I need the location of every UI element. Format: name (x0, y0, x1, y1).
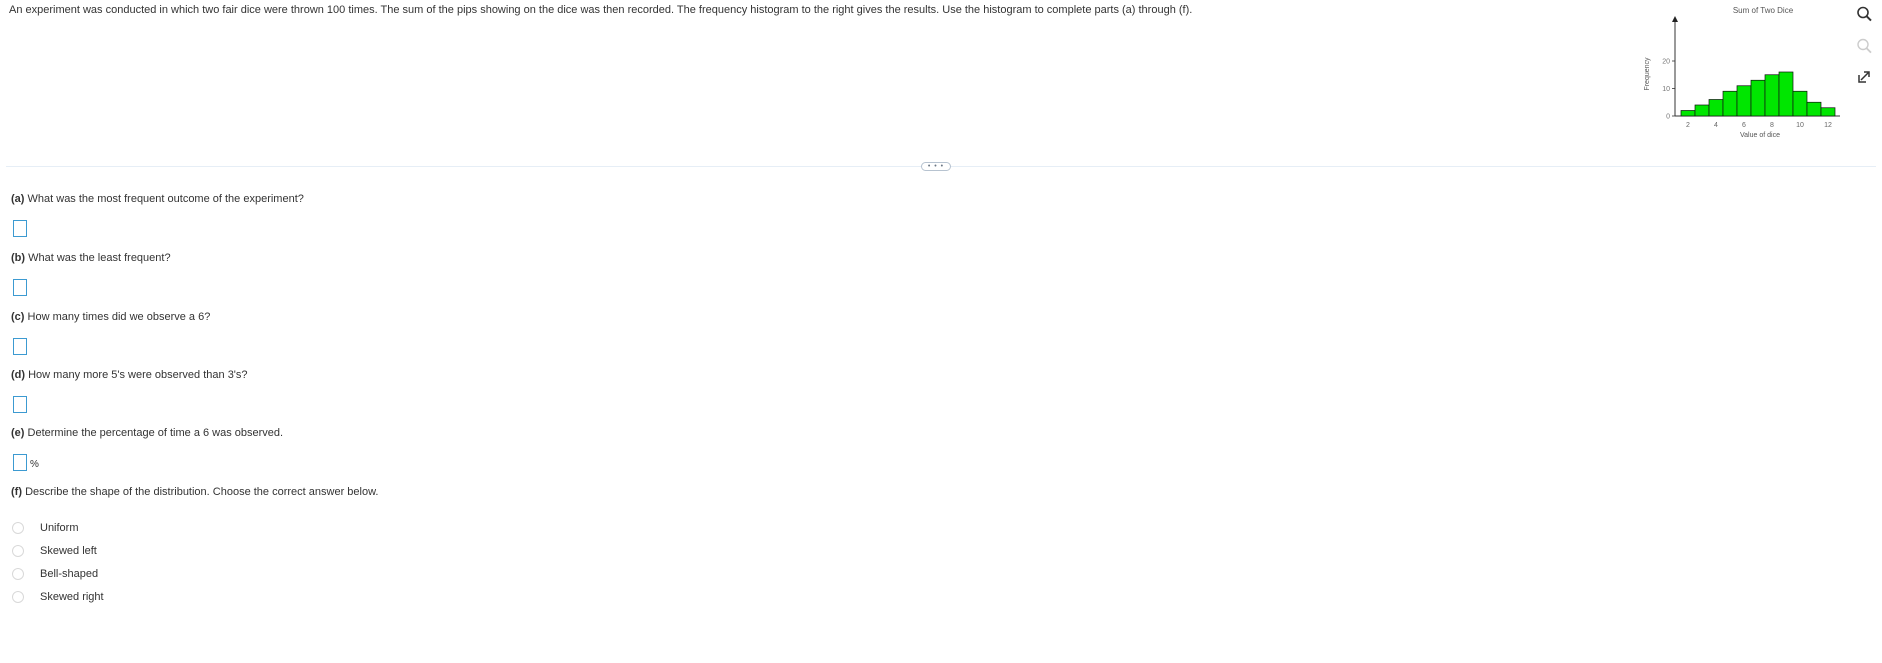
zoom-in-icon[interactable] (1855, 5, 1873, 23)
popout-icon[interactable] (1855, 68, 1873, 86)
question-d: (d) How many more 5's were observed than… (11, 369, 248, 381)
answer-d-input[interactable] (13, 396, 27, 413)
question-a: (a) What was the most frequent outcome o… (11, 193, 304, 205)
percent-symbol: % (30, 459, 39, 470)
histogram-bar-6 (1736, 85, 1752, 117)
question-f: (f) Describe the shape of the distributi… (11, 486, 379, 498)
x-axis-label: Value of dice (1740, 132, 1780, 139)
x-tick-label: 10 (1796, 122, 1804, 129)
option-bell-shaped-radio[interactable] (12, 568, 24, 580)
option-skewed-right-label[interactable]: Skewed right (40, 591, 104, 603)
histogram-bar-8 (1764, 74, 1780, 117)
x-tick-label: 8 (1770, 122, 1774, 129)
option-skewed-left-label[interactable]: Skewed left (40, 545, 97, 557)
answer-c-input[interactable] (13, 338, 27, 355)
zoom-out-icon[interactable] (1855, 37, 1873, 55)
question-b: (b) What was the least frequent? (11, 252, 171, 264)
histogram-bar-3 (1694, 104, 1710, 117)
chart-title: Sum of Two Dice (1733, 6, 1794, 15)
y-tick-label: 10 (1662, 86, 1670, 93)
option-skewed-left-radio[interactable] (12, 545, 24, 557)
question-e: (e) Determine the percentage of time a 6… (11, 427, 284, 439)
option-uniform-label[interactable]: Uniform (40, 522, 79, 534)
question-c: (c) How many times did we observe a 6? (11, 311, 211, 323)
histogram-bar-5 (1722, 90, 1738, 117)
expand-more-button[interactable]: • • • (921, 162, 951, 171)
answer-a-input[interactable] (13, 220, 27, 237)
answer-b-input[interactable] (13, 279, 27, 296)
x-tick-label: 2 (1686, 122, 1690, 129)
option-skewed-right-radio[interactable] (12, 591, 24, 603)
frequency-histogram[interactable]: Sum of Two Dice Frequency Value of dice … (1630, 4, 1850, 144)
histogram-bar-10 (1792, 90, 1808, 117)
y-axis-arrow-icon (1672, 16, 1678, 22)
histogram-bar-9 (1778, 71, 1794, 117)
histogram-bar-11 (1806, 101, 1822, 117)
histogram-bar-4 (1708, 99, 1724, 117)
histogram-bar-2 (1680, 110, 1696, 117)
problem-statement: An experiment was conducted in which two… (9, 4, 1193, 16)
y-axis-label: Frequency (1644, 57, 1651, 91)
y-tick-label: 0 (1666, 114, 1670, 121)
y-tick-label: 20 (1662, 59, 1670, 66)
x-tick-label: 4 (1714, 122, 1718, 129)
x-tick-label: 6 (1742, 122, 1746, 129)
option-uniform-radio[interactable] (12, 522, 24, 534)
answer-e-input[interactable] (13, 454, 27, 471)
histogram-bar-7 (1750, 79, 1766, 117)
x-tick-label: 12 (1824, 122, 1832, 129)
histogram-bar-12 (1820, 107, 1836, 117)
option-bell-shaped-label[interactable]: Bell-shaped (40, 568, 98, 580)
